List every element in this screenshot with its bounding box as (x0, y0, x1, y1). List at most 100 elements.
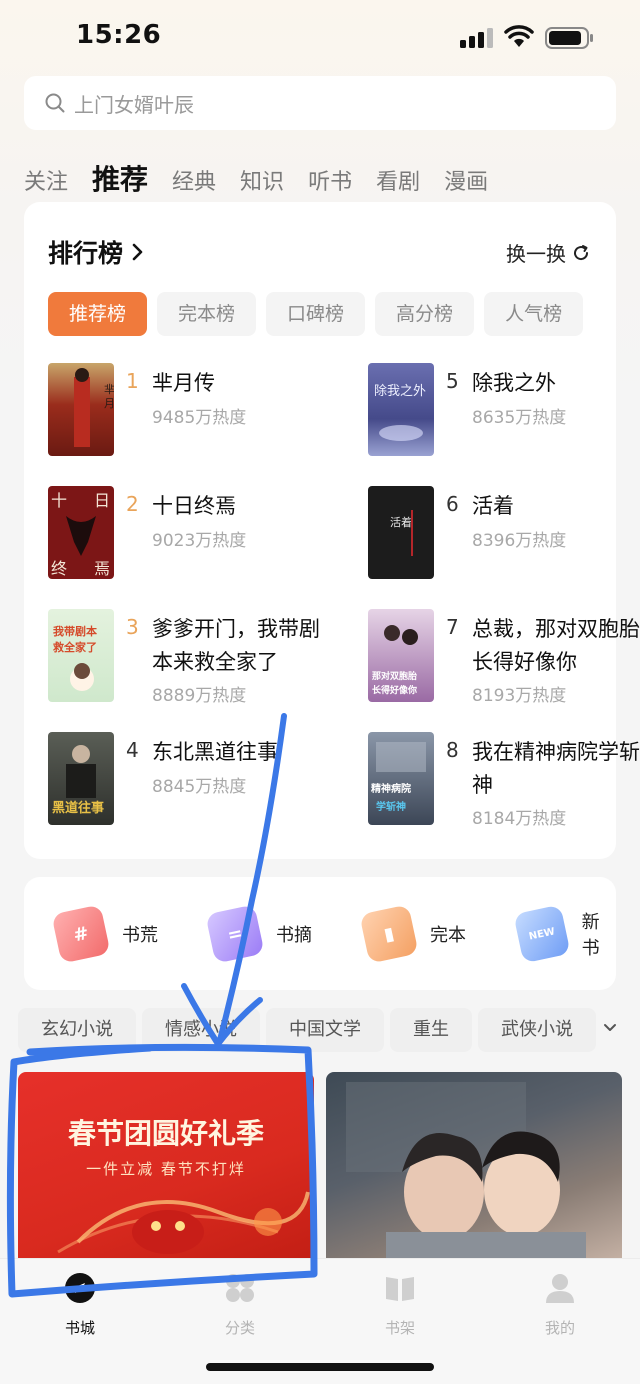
svg-text:芈: 芈 (104, 383, 114, 396)
genre-rebirth[interactable]: 重生 (390, 1008, 472, 1052)
book-heat: 8845万热度 (152, 777, 247, 797)
svg-text:月: 月 (104, 397, 114, 410)
tab-drama[interactable]: 看剧 (376, 168, 420, 198)
pill-reputation[interactable]: 口碑榜 (266, 292, 366, 336)
svg-text:那对双胞胎: 那对双胞胎 (372, 670, 417, 682)
book-title: 东北黑道往事 (152, 740, 278, 764)
nav-profile[interactable]: 我的 (510, 1271, 610, 1341)
status-bar: 15:26 (0, 0, 640, 76)
quick-category-book-shortage[interactable]: # 书荒 (51, 877, 158, 990)
svg-text:学斩神: 学斩神 (376, 800, 406, 813)
ranking-book-5[interactable]: 除我之外 5 除我之外 8635万热度 (368, 363, 640, 459)
book-title: 芈月传 (152, 371, 215, 395)
pill-finished[interactable]: 完本榜 (157, 292, 257, 336)
nav-label: 书城 (64, 1319, 95, 1337)
nav-bookshelf[interactable]: 书架 (350, 1271, 450, 1341)
book-title: 除我之外 (472, 371, 556, 395)
ranking-category-pills: 推荐榜 完本榜 口碑榜 高分榜 人气榜 (48, 292, 616, 336)
ranking-book-2[interactable]: 十 日 终 焉 2 十日终焉 9023万热度 (48, 486, 324, 582)
cover-art-icon: 那对双胞胎 长得好像你 (372, 625, 418, 696)
refresh-button[interactable]: 换一换 (506, 238, 590, 267)
spring-festival-banner[interactable]: 春节团圆好礼季 一件立减 春节不打烊 (18, 1072, 314, 1262)
signal-icon (460, 28, 493, 48)
svg-text:我带剧本: 我带剧本 (53, 624, 97, 638)
ranking-book-8[interactable]: 精神病院 学斩神 8 我在精神病院学斩神 8184万热度 (368, 732, 640, 832)
search-icon (45, 93, 65, 113)
quick-category-finished[interactable]: ▮ 完本 (359, 877, 466, 990)
cover-art-icon: 十 日 终 焉 (51, 491, 110, 578)
rank-number: 3 (126, 615, 139, 639)
svg-text:十: 十 (51, 491, 67, 510)
rank-number: 1 (126, 369, 139, 393)
hashtag-icon: # (51, 903, 111, 964)
tab-knowledge[interactable]: 知识 (240, 168, 284, 198)
cover-art-icon: 黑道往事 (52, 745, 104, 816)
genre-wuxia[interactable]: 武侠小说 (478, 1008, 596, 1052)
rank-number: 4 (126, 738, 139, 762)
svg-text:精神病院: 精神病院 (371, 782, 411, 795)
compass-icon (65, 1273, 95, 1303)
nav-bookstore[interactable]: 书城 (30, 1271, 130, 1341)
nav-label: 我的 (544, 1319, 575, 1337)
book-title: 我在精神病院学斩神 (472, 740, 640, 797)
pill-recommend[interactable]: 推荐榜 (48, 292, 148, 336)
excerpt-icon: = (205, 903, 265, 964)
book-heat: 9023万热度 (152, 531, 247, 551)
pill-high-score[interactable]: 高分榜 (375, 292, 475, 336)
ranking-title-link[interactable]: 排行榜 (48, 234, 145, 270)
ranking-book-1[interactable]: 芈 月 1 芈月传 9485万热度 (48, 363, 324, 459)
book-title: 总裁，那对双胞胎长得好像你 (472, 617, 640, 674)
quick-category-new-books[interactable]: NEW 新书 (513, 877, 616, 990)
tab-audiobook[interactable]: 听书 (308, 168, 352, 198)
tab-comics[interactable]: 漫画 (444, 168, 488, 198)
genre-fantasy[interactable]: 玄幻小说 (18, 1008, 136, 1052)
status-time: 15:26 (76, 20, 162, 50)
user-icon (546, 1274, 574, 1303)
ranking-book-3[interactable]: 我带剧本 救全家了 3 爹爹开门，我带剧本来救全家了 8889万热度 (48, 609, 324, 709)
svg-text:除我之外: 除我之外 (374, 384, 426, 399)
book-cover: 除我之外 (368, 363, 434, 456)
cover-art-icon: 芈 月 (74, 368, 114, 447)
drama-poster-icon (346, 1082, 586, 1262)
cover-art-icon: 活着 (390, 510, 413, 556)
genre-romance[interactable]: 情感小说 (142, 1008, 260, 1052)
tab-classic[interactable]: 经典 (172, 168, 216, 198)
refresh-icon (574, 244, 589, 260)
drama-banner[interactable] (326, 1072, 622, 1262)
book-cover: 十 日 终 焉 (48, 486, 114, 579)
ranking-book-6[interactable]: 活着 6 活着 8396万热度 (368, 486, 640, 582)
search-placeholder: 上门女婿叶辰 (74, 92, 194, 117)
quick-category-label: 书荒 (122, 924, 158, 946)
home-indicator (206, 1363, 434, 1371)
book-heat: 8184万热度 (472, 809, 567, 829)
battery-icon (545, 27, 593, 49)
search-input[interactable]: 上门女婿叶辰 (24, 76, 616, 130)
book-title: 活着 (472, 494, 514, 518)
open-book-icon (386, 1277, 414, 1301)
ranking-card: 排行榜 换一换 推荐榜 完本榜 口碑榜 高分榜 人气榜 芈 月 1 芈月传 9485万热… (24, 202, 640, 859)
ranking-book-4[interactable]: 黑道往事 4 东北黑道往事 8845万热度 (48, 732, 324, 828)
svg-text:长得好像你: 长得好像你 (372, 684, 417, 696)
rank-number: 7 (446, 615, 459, 639)
genre-chinese-literature[interactable]: 中国文学 (266, 1008, 384, 1052)
genre-pills: 玄幻小说 情感小说 中国文学 重生 武侠小说 (18, 1008, 602, 1052)
svg-text:焉: 焉 (94, 559, 110, 578)
nav-label: 分类 (224, 1319, 255, 1337)
quick-category-excerpts[interactable]: = 书摘 (205, 877, 312, 990)
new-flag-icon: NEW (513, 904, 571, 963)
book-heat: 8193万热度 (472, 686, 567, 706)
chevron-down-icon[interactable] (602, 1020, 618, 1036)
tab-recommend[interactable]: 推荐 (92, 162, 148, 198)
book-cover: 我带剧本 救全家了 (48, 609, 114, 702)
ranking-book-7[interactable]: 那对双胞胎 长得好像你 7 总裁，那对双胞胎长得好像你 8193万热度 (368, 609, 640, 709)
wifi-icon (504, 25, 534, 47)
cover-art-icon: 除我之外 (374, 384, 426, 441)
tab-follow[interactable]: 关注 (24, 168, 68, 198)
quick-category-card: # 书荒 = 书摘 ▮ 完本 NEW 新书 (24, 877, 616, 990)
book-cover: 芈 月 (48, 363, 114, 456)
book-heat: 8396万热度 (472, 531, 567, 551)
pill-popular[interactable]: 人气榜 (484, 292, 584, 336)
rank-number: 6 (446, 492, 459, 516)
ranking-title: 排行榜 (48, 239, 124, 268)
nav-categories[interactable]: 分类 (190, 1271, 290, 1341)
